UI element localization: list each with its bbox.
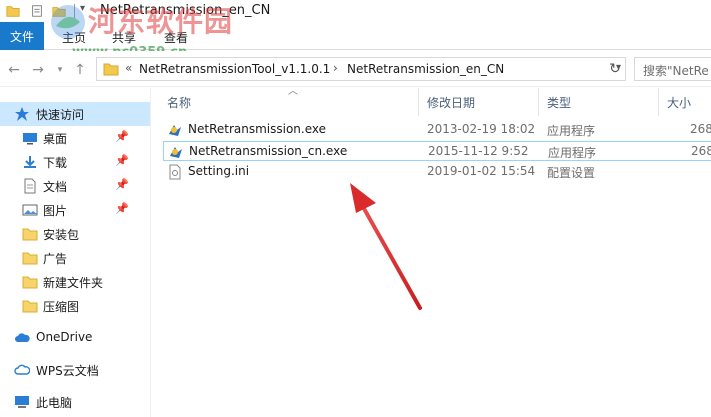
back-arrow-icon[interactable]: ← — [6, 62, 22, 78]
tab-view[interactable]: 查看 — [164, 29, 188, 46]
sidebar-item-folder[interactable]: 安装包 — [0, 222, 150, 246]
sidebar-item-this-pc[interactable]: 此电脑 — [0, 390, 150, 414]
folder-icon — [22, 228, 38, 241]
folder-icon — [22, 300, 38, 313]
file-name: NetRetransmission.exe — [188, 122, 327, 136]
sidebar-item-label: 此电脑 — [36, 396, 73, 410]
pin-icon[interactable]: 📌 — [115, 178, 129, 191]
sidebar-item-label: 快速访问 — [36, 108, 85, 122]
file-date: 2015-11-12 9:52 — [428, 144, 529, 158]
title-bar: ▾ NetRetransmission_en_CN — [0, 0, 711, 22]
cloud-icon — [14, 364, 30, 375]
exe-icon — [170, 147, 182, 158]
sidebar-item-label: WPS云文档 — [36, 364, 99, 378]
address-bar[interactable]: « NetRetransmissionTool_v1.1.0.1 › NetRe… — [96, 57, 626, 81]
breadcrumb-separator[interactable]: › — [333, 61, 338, 75]
breadcrumb-item[interactable]: NetRetransmission_en_CN — [347, 62, 504, 76]
column-divider[interactable] — [538, 88, 539, 116]
tab-share[interactable]: 共享 — [112, 29, 136, 46]
sidebar-item-quick-access[interactable]: 快速访问 — [0, 102, 150, 126]
exe-icon — [169, 125, 181, 136]
annotation-arrow — [350, 183, 422, 310]
star-icon — [15, 107, 29, 121]
document-icon — [24, 178, 36, 194]
cloud-icon — [15, 333, 30, 342]
computer-icon — [15, 396, 29, 408]
customize-quick-access-icon[interactable]: ▾ — [80, 3, 85, 14]
file-size: 268 — [690, 122, 711, 136]
refresh-icon[interactable]: ↻ — [606, 61, 624, 79]
sidebar-item-folder[interactable]: 广告 — [0, 246, 150, 270]
file-date: 2019-01-02 15:54 — [427, 164, 536, 178]
sort-ascending-icon: ︿ — [288, 86, 298, 97]
ini-file-icon — [169, 164, 181, 180]
navigation-bar: ← → ▾ ↑ « NetRetransmissionTool_v1.1.0.1… — [0, 51, 711, 87]
file-type: 配置设置 — [547, 166, 596, 180]
pin-icon[interactable]: 📌 — [115, 154, 129, 167]
file-type: 应用程序 — [548, 146, 597, 160]
sidebar-item-label: 广告 — [43, 252, 68, 266]
download-icon — [24, 156, 36, 168]
file-name: Setting.ini — [188, 164, 250, 178]
column-divider[interactable] — [658, 88, 659, 116]
sidebar-item-folder[interactable]: 新建文件夹 — [0, 270, 150, 294]
sidebar-item-label: OneDrive — [36, 330, 93, 344]
sidebar-item-downloads[interactable]: 下载 📌 — [0, 150, 150, 174]
sidebar-item-label: 文档 — [43, 180, 68, 194]
column-header-type[interactable]: 类型 — [547, 94, 571, 111]
pin-icon[interactable]: 📌 — [115, 130, 129, 143]
table-row[interactable]: Setting.ini 2019-01-02 15:54 配置设置 — [163, 162, 711, 182]
file-type: 应用程序 — [547, 124, 596, 138]
file-list: ︿ 名称 修改日期 类型 大小 NetRetransmission.exe 20… — [151, 86, 711, 417]
properties-icon[interactable] — [30, 4, 44, 18]
sidebar-item-label: 桌面 — [43, 132, 68, 146]
column-divider[interactable] — [418, 88, 419, 116]
forward-arrow-icon[interactable]: → — [30, 62, 46, 78]
breadcrumb-overflow[interactable]: « — [125, 61, 132, 75]
column-header-name[interactable]: 名称 — [167, 94, 191, 111]
breadcrumb-item[interactable]: NetRetransmissionTool_v1.1.0.1 — [139, 62, 330, 76]
sidebar-item-folder[interactable]: 压缩图 — [0, 294, 150, 318]
folder-icon — [22, 252, 38, 265]
up-arrow-icon[interactable]: ↑ — [72, 62, 88, 78]
table-row[interactable]: NetRetransmission.exe 2013-02-19 18:02 应… — [163, 120, 711, 140]
file-size: 268 — [691, 144, 711, 158]
sidebar-item-onedrive[interactable]: OneDrive — [0, 326, 150, 350]
ribbon-tabs: 文件 主页 共享 查看 — [0, 22, 711, 50]
folder-icon — [103, 63, 119, 76]
sidebar-item-label: 图片 — [43, 204, 68, 218]
quick-access-divider — [74, 4, 75, 18]
tab-file[interactable]: 文件 — [0, 22, 44, 50]
navigation-pane: 快速访问 桌面 📌 下载 📌 文档 📌 图片 📌 安装包 广告 新建文件夹 压缩… — [0, 88, 150, 417]
window-title: NetRetransmission_en_CN — [100, 3, 271, 18]
sidebar-item-documents[interactable]: 文档 📌 — [0, 174, 150, 198]
sidebar-item-desktop[interactable]: 桌面 📌 — [0, 126, 150, 150]
sidebar-item-label: 新建文件夹 — [43, 276, 104, 290]
file-date: 2013-02-19 18:02 — [427, 122, 536, 136]
folder-icon — [6, 6, 20, 17]
sidebar-item-label: 压缩图 — [43, 300, 80, 314]
tab-home[interactable]: 主页 — [62, 29, 86, 46]
file-name: NetRetransmission_cn.exe — [189, 144, 348, 158]
sidebar-item-pictures[interactable]: 图片 📌 — [0, 198, 150, 222]
column-header-date[interactable]: 修改日期 — [427, 94, 475, 111]
table-row[interactable]: NetRetransmission_cn.exe 2015-11-12 9:52… — [163, 141, 711, 161]
pictures-icon — [22, 204, 38, 216]
recent-locations-icon[interactable]: ▾ — [52, 62, 68, 78]
folder-icon — [22, 276, 38, 289]
search-input[interactable]: 搜索"NetRe — [634, 57, 711, 81]
desktop-icon — [23, 133, 37, 145]
pin-icon[interactable]: 📌 — [115, 202, 129, 215]
sidebar-item-label: 下载 — [43, 156, 68, 170]
sidebar-item-wps-cloud[interactable]: WPS云文档 — [0, 358, 150, 382]
column-header-size[interactable]: 大小 — [667, 94, 691, 111]
sidebar-item-label: 安装包 — [43, 228, 80, 242]
new-folder-icon[interactable] — [52, 4, 66, 18]
